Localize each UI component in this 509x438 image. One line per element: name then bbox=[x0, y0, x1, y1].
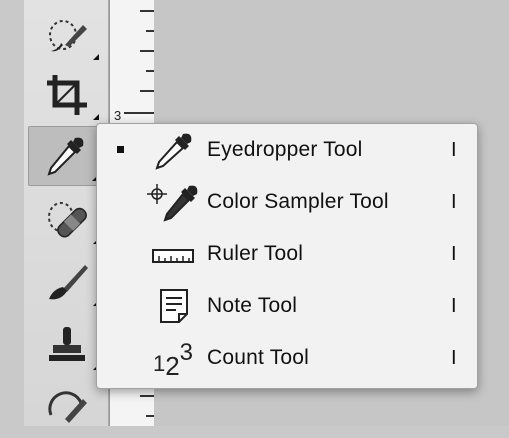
menu-item-shortcut: I bbox=[451, 242, 457, 265]
eyedropper-tool[interactable] bbox=[28, 126, 102, 186]
clone-stamp-tool[interactable] bbox=[32, 316, 102, 374]
ruler-tick bbox=[140, 50, 154, 52]
note-icon bbox=[143, 286, 203, 326]
quick-selection-icon bbox=[49, 20, 87, 52]
spot-healing-tool[interactable] bbox=[32, 190, 102, 248]
eyedropper-flyout-menu: Eyedropper Tool I Color Sampler Tool I R… bbox=[96, 123, 478, 389]
menu-item-label: Color Sampler Tool bbox=[207, 190, 389, 213]
menu-item-shortcut: I bbox=[451, 294, 457, 317]
crop-icon bbox=[47, 75, 87, 115]
menu-item-label: Count Tool bbox=[207, 346, 310, 369]
quick-selection-tool[interactable] bbox=[32, 6, 102, 64]
count-digit-three: 3 bbox=[179, 339, 194, 366]
menu-item-color-sampler-tool[interactable]: Color Sampler Tool I bbox=[97, 176, 477, 228]
ruler-tick bbox=[146, 30, 154, 32]
eyedropper-icon bbox=[143, 130, 203, 170]
menu-item-label: Eyedropper Tool bbox=[207, 138, 363, 161]
selected-indicator bbox=[117, 146, 124, 153]
menu-item-eyedropper-tool[interactable]: Eyedropper Tool I bbox=[97, 124, 477, 176]
flyout-indicator bbox=[93, 114, 99, 120]
menu-item-count-tool[interactable]: 1 2 3 Count Tool I bbox=[97, 332, 477, 384]
ruler-tick bbox=[140, 10, 154, 12]
count-digit-two: 2 bbox=[165, 351, 180, 381]
menu-item-ruler-tool[interactable]: Ruler Tool I bbox=[97, 228, 477, 280]
menu-item-label: Ruler Tool bbox=[207, 242, 304, 265]
ruler-tick bbox=[124, 112, 154, 114]
menu-item-note-tool[interactable]: Note Tool I bbox=[97, 280, 477, 332]
ruler-icon bbox=[143, 234, 203, 274]
menu-item-shortcut: I bbox=[451, 346, 457, 369]
count-icon: 1 2 3 bbox=[143, 338, 203, 381]
clone-stamp-icon bbox=[49, 327, 85, 361]
color-sampler-icon bbox=[143, 182, 203, 222]
brush-icon bbox=[49, 265, 88, 300]
menu-item-shortcut: I bbox=[451, 138, 457, 161]
ruler-tick bbox=[140, 90, 154, 92]
ruler-tick bbox=[146, 415, 154, 417]
spot-healing-icon bbox=[48, 202, 87, 238]
ruler-tick bbox=[146, 70, 154, 72]
flyout-indicator bbox=[93, 54, 99, 60]
menu-item-label: Note Tool bbox=[207, 294, 298, 317]
count-digit-one: 1 bbox=[152, 351, 166, 376]
ruler-number: 3 bbox=[114, 108, 122, 123]
brush-tool[interactable] bbox=[32, 252, 102, 310]
history-brush-tool[interactable] bbox=[32, 380, 102, 438]
menu-item-shortcut: I bbox=[451, 190, 457, 213]
ruler-tick bbox=[140, 395, 154, 397]
crop-tool[interactable] bbox=[32, 66, 102, 124]
eyedropper-icon bbox=[47, 137, 84, 176]
